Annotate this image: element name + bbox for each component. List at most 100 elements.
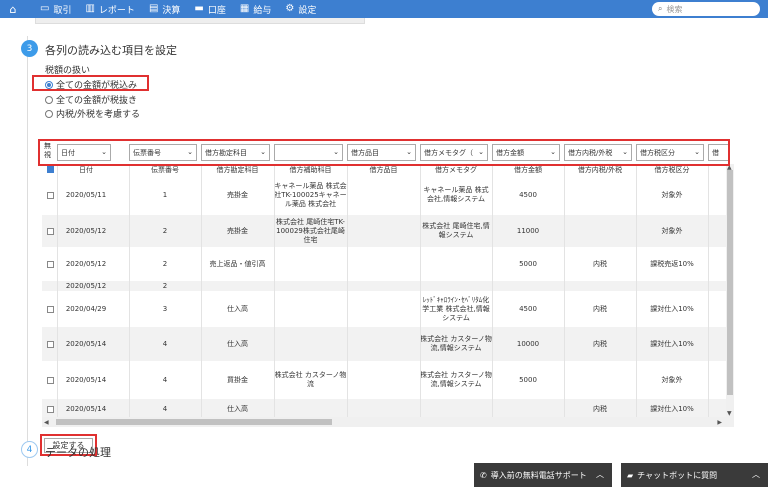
table-cell: 4 <box>162 404 168 413</box>
step-3-title: 各列の読み込む項目を設定 <box>45 44 177 57</box>
table-row: 2020/05/14 4 仕入高 内税 課対仕入10% <box>42 399 726 419</box>
table-row: 2020/05/12 2 売掛金 株式会社 尾崎住宅TK-100029株式会社尾崎住宅… <box>42 215 726 247</box>
table-cell <box>274 291 347 327</box>
nav-item-label: 口座 <box>207 5 226 16</box>
chatbot-button[interactable]: ▰ チャットボットに質問 ︿ <box>621 463 768 487</box>
table-cell <box>274 247 347 281</box>
chevron-up-icon: ︿ <box>596 470 604 479</box>
column-header: 借方金額 <box>514 166 542 174</box>
table-cell: 2 <box>162 226 168 235</box>
nav-item-book[interactable]: ▤ 決算 <box>149 0 180 18</box>
table-cell <box>274 327 347 361</box>
table-cell: 2020/05/14 <box>65 404 107 413</box>
nav-item-doc[interactable]: ▦ 給与 <box>240 0 271 18</box>
step-connector-line <box>27 36 28 466</box>
table-cell: 内税 <box>593 404 607 413</box>
nav-item-label: レポート <box>98 5 135 16</box>
phone-icon: ✆ <box>480 470 487 480</box>
column-header: 借方勘定科目 <box>216 166 259 174</box>
radio-icon <box>45 95 53 104</box>
table-cell: 2020/05/11 <box>65 190 107 199</box>
nav-item-label: 給与 <box>253 5 272 16</box>
row-checkbox[interactable] <box>47 376 54 384</box>
column-header: 借方内税/外税 <box>577 166 623 174</box>
table-row: 2020/05/12 2 売上返品・値引高 5000 内税 課税売返10% <box>42 247 726 281</box>
row-checkbox[interactable] <box>47 340 54 348</box>
nav-item-screen[interactable]: ▭ 取引 <box>40 0 71 18</box>
table-cell <box>347 327 420 361</box>
radio-tax-mixed[interactable]: 内税/外税を考慮する <box>45 107 140 120</box>
table-cell <box>274 281 347 291</box>
table-cell <box>347 247 420 281</box>
table-row: 2020/05/14 4 買掛金 株式会社 カスターノ物流 株式会社 カスターノ物流,情… <box>42 361 726 399</box>
screen-icon: ▭ <box>40 3 50 14</box>
vertical-scroll-thumb[interactable] <box>727 170 733 395</box>
phone-support-button[interactable]: ✆ 導入前の無料電話サポート ︿ <box>474 463 612 487</box>
row-checkbox[interactable] <box>47 191 54 199</box>
table-row: 2020/05/12 2 <box>42 281 726 291</box>
row-checkbox[interactable] <box>47 405 54 413</box>
horizontal-scrollbar[interactable]: ◀ ▶ <box>42 417 734 427</box>
table-cell: 5000 <box>519 259 537 268</box>
table-cell <box>420 247 492 281</box>
column-header: 日付 <box>79 166 93 174</box>
column-header: 借方税区分 <box>654 166 690 174</box>
column-divider <box>492 164 493 424</box>
table-cell: 株式会社 カスターノ物流,情報システム <box>420 371 492 388</box>
table-cell <box>201 281 274 291</box>
row-checkbox[interactable] <box>47 305 54 313</box>
table-cell <box>564 215 636 247</box>
table-cell: キャネール薬品 株式会社TK-100025キャネール薬品 株式会社 <box>274 181 347 208</box>
table-cell <box>347 215 420 247</box>
chat-icon: ▰ <box>627 470 634 480</box>
vertical-scrollbar[interactable]: ▲ ▼ <box>726 164 734 417</box>
table-cell <box>564 361 636 399</box>
home-icon[interactable]: ⌂ <box>0 0 26 18</box>
table-cell: 株式会社 尾崎住宅TK-100029株式会社尾崎住宅 <box>276 217 345 244</box>
step-4-badge: 4 <box>21 441 38 458</box>
step-4-title: データの処理 <box>45 446 111 459</box>
table-cell: 仕入高 <box>227 404 248 413</box>
table-cell <box>274 399 347 419</box>
scroll-left-icon[interactable]: ◀ <box>44 419 49 426</box>
scroll-down-icon[interactable]: ▼ <box>727 410 732 417</box>
scroll-right-icon[interactable]: ▶ <box>717 419 722 426</box>
table-cell: 売掛金 <box>227 226 248 235</box>
column-divider <box>201 164 202 424</box>
table-cell <box>347 399 420 419</box>
table-cell: 1 <box>162 190 168 199</box>
table-cell: 課対仕入10% <box>650 404 694 413</box>
table-cell: 仕入高 <box>227 304 248 313</box>
report-icon: ▥ <box>85 3 95 14</box>
row-checkbox[interactable] <box>47 260 54 268</box>
select-all-checkbox[interactable] <box>47 166 54 173</box>
nav-item-gear[interactable]: ⚙ 設定 <box>285 0 316 18</box>
gear-icon: ⚙ <box>285 3 295 14</box>
table-cell <box>492 281 564 291</box>
table-cell: 内税 <box>593 259 607 268</box>
nav-item-card[interactable]: ▬ 口座 <box>194 0 225 18</box>
column-divider <box>347 164 348 424</box>
column-header: 借方メモタグ <box>435 166 477 174</box>
column-divider <box>420 164 421 424</box>
column-divider <box>57 164 58 424</box>
table-cell: 株式会社 尾崎住宅,情報システム <box>422 222 490 239</box>
table-cell <box>347 361 420 399</box>
table-cell: 仕入高 <box>227 339 248 348</box>
table-cell <box>564 175 636 215</box>
horizontal-scroll-thumb[interactable] <box>56 419 332 425</box>
search-input[interactable]: ⌕ 検索 <box>652 2 760 16</box>
row-checkbox[interactable] <box>47 227 54 235</box>
column-divider <box>129 164 130 424</box>
table-cell <box>636 281 708 291</box>
radio-tax-exclusive[interactable]: 全ての金額が税抜き <box>45 93 137 106</box>
table-cell: 内税 <box>593 339 607 348</box>
table-cell: 3 <box>162 304 168 313</box>
card-icon: ▬ <box>194 3 204 14</box>
highlight-column-mapping <box>38 139 730 166</box>
table-cell: 10000 <box>516 339 540 348</box>
column-header: 借方補助科目 <box>289 166 332 174</box>
table-cell: 課税売返10% <box>650 259 694 268</box>
nav-item-report[interactable]: ▥ レポート <box>85 0 134 18</box>
previous-section-box <box>35 18 365 24</box>
